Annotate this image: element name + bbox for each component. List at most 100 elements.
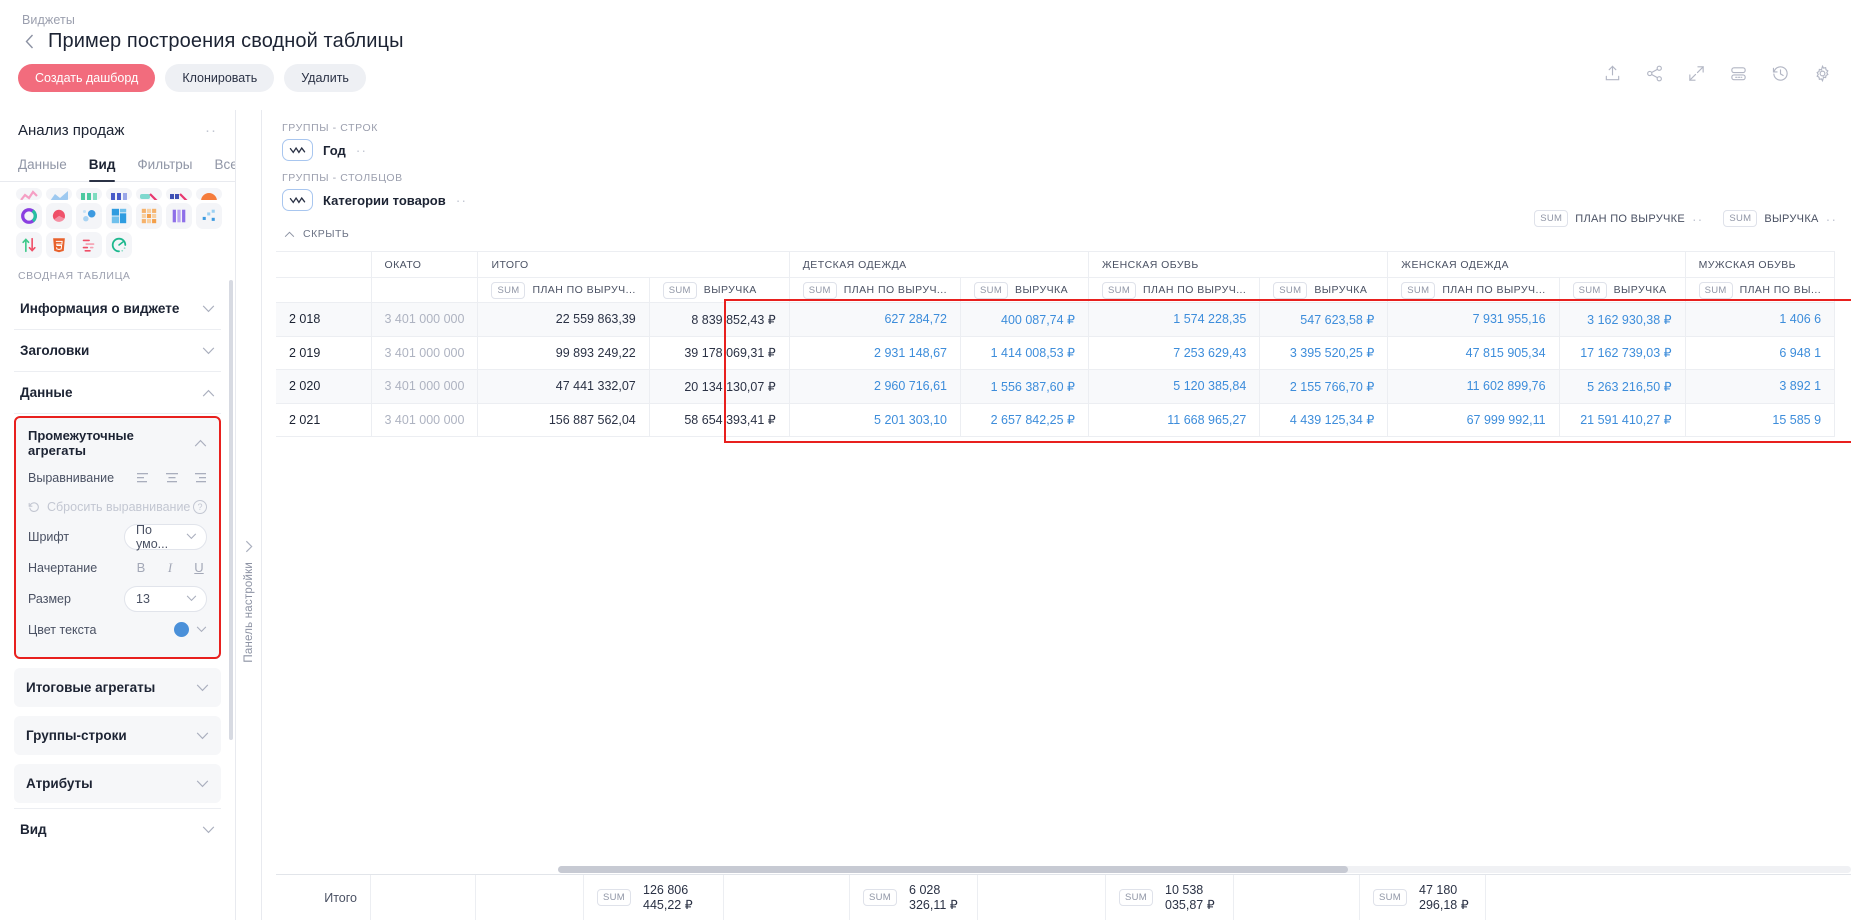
chart-icon-html[interactable] <box>46 232 72 258</box>
chart-icon-column-purple[interactable] <box>166 203 192 229</box>
chart-icon-scatter[interactable] <box>196 203 222 229</box>
cell-detskaya-plan: 627 284,72 <box>789 302 962 337</box>
panel-scrollbar[interactable] <box>229 280 233 740</box>
subheader-zhodezhda-plan[interactable]: SUM ПЛАН ПО ВЫРУЧ... <box>1387 277 1560 303</box>
col-group-zhenskaya-obuv: ЖЕНСКАЯ ОБУВЬ <box>1088 251 1389 278</box>
panel-collapse-strip[interactable]: Панель настройки <box>236 110 262 920</box>
chart-icon-donut[interactable] <box>16 203 42 229</box>
table-row[interactable]: 2 021 3 401 000 000 156 887 562,04 58 65… <box>276 403 1836 437</box>
measure-menu-icon[interactable]: ·· <box>1692 212 1703 226</box>
chevron-down-icon <box>196 731 209 740</box>
chart-icon-bubble[interactable] <box>76 203 102 229</box>
totals-detskaya-revenue: SUM 6 028 326,11 ₽ <box>850 875 978 920</box>
accordion-attributes-label: Атрибуты <box>26 776 93 791</box>
chart-icon-gantt[interactable] <box>76 232 102 258</box>
col-group-chip-menu-icon[interactable]: ·· <box>456 193 467 207</box>
chevron-right-icon[interactable] <box>245 540 253 558</box>
accordion-attributes[interactable]: Атрибуты <box>14 764 221 803</box>
chart-icon-speedometer[interactable] <box>106 232 132 258</box>
chart-icon-combo-teal[interactable] <box>136 188 162 200</box>
delete-button[interactable]: Удалить <box>284 64 366 92</box>
share-icon[interactable] <box>1645 64 1665 84</box>
back-icon[interactable] <box>22 32 36 52</box>
chart-icon-area-blue[interactable] <box>46 188 72 200</box>
subheader-label: ВЫРУЧКА <box>703 284 757 296</box>
col-group-chip-categories[interactable]: Категории товаров <box>323 193 446 208</box>
color-swatch[interactable] <box>174 622 189 637</box>
accordion-total-aggregates[interactable]: Итоговые агрегаты <box>14 668 221 707</box>
accordion-row-groups[interactable]: Группы-строки <box>14 716 221 755</box>
subheader-detskaya-revenue[interactable]: SUM ВЫРУЧКА <box>960 277 1090 303</box>
sum-badge: SUM <box>1119 889 1154 906</box>
panel-menu-icon[interactable]: ·· <box>205 123 217 138</box>
cell-detskaya-revenue: 400 087,74 ₽ <box>960 302 1090 337</box>
row-group-chip-year[interactable]: Год <box>323 143 346 158</box>
fullscreen-icon[interactable] <box>1687 64 1707 84</box>
table-row[interactable]: 2 019 3 401 000 000 99 893 249,22 39 178… <box>276 336 1836 370</box>
chart-icon-updown-arrows[interactable] <box>16 232 42 258</box>
align-left-icon[interactable] <box>137 472 151 484</box>
bold-button[interactable]: B <box>135 560 147 575</box>
text-color-row: Цвет текста <box>28 614 207 645</box>
cell-okato: 3 401 000 000 <box>371 336 479 370</box>
row-groups-chips: Год ·· <box>282 139 1851 161</box>
chart-icon-gauge-orange[interactable] <box>196 188 222 200</box>
tab-dannye[interactable]: Данные <box>18 157 67 181</box>
accordion-view[interactable]: Вид <box>14 808 221 850</box>
help-icon[interactable]: ? <box>193 500 207 514</box>
row-group-chip-menu-icon[interactable]: ·· <box>356 143 367 157</box>
chart-icon-bars-green[interactable] <box>76 188 102 200</box>
italic-button[interactable]: I <box>164 560 176 576</box>
subheader-zhobuv-revenue[interactable]: SUM ВЫРУЧКА <box>1259 277 1389 303</box>
breadcrumb[interactable]: Виджеты <box>22 13 75 27</box>
font-select[interactable]: По умо... <box>124 522 207 551</box>
alignment-buttons <box>137 472 207 484</box>
clone-button[interactable]: Клонировать <box>165 64 275 92</box>
text-color-picker[interactable] <box>174 622 207 637</box>
chart-icon-area-pink[interactable] <box>16 188 42 200</box>
measure-chip-plan[interactable]: SUM ПЛАН ПО ВЫРУЧКЕ ·· <box>1534 210 1703 227</box>
subheader-itogo-revenue[interactable]: SUM ВЫРУЧКА <box>649 277 790 303</box>
horizontal-scroll-thumb[interactable] <box>558 866 1348 873</box>
subheader-zhodezhda-revenue[interactable]: SUM ВЫРУЧКА <box>1559 277 1686 303</box>
accordion-data[interactable]: Данные <box>14 372 221 414</box>
subheader-itogo-plan[interactable]: SUM ПЛАН ПО ВЫРУЧ... <box>477 277 650 303</box>
underline-button[interactable]: U <box>193 560 205 575</box>
dimension-icon[interactable] <box>282 189 313 211</box>
subpanel-header[interactable]: Промежуточные агрегаты <box>28 428 207 458</box>
reset-alignment-button[interactable]: Сбросить выравнивание <box>28 500 190 514</box>
tab-vid[interactable]: Вид <box>88 157 115 182</box>
gear-icon[interactable] <box>1813 64 1833 84</box>
chart-type-icons-row2 <box>0 200 235 232</box>
sum-badge: SUM <box>1698 281 1733 299</box>
totals-itogo-revenue: SUM 126 806 445,22 ₽ <box>584 875 724 920</box>
subheader-detskaya-plan[interactable]: SUM ПЛАН ПО ВЫРУЧ... <box>789 277 962 303</box>
measure-chip-revenue[interactable]: SUM ВЫРУЧКА ·· <box>1723 210 1837 227</box>
align-right-icon[interactable] <box>193 472 207 484</box>
chart-icon-treemap[interactable] <box>106 203 132 229</box>
size-select[interactable]: 13 <box>124 585 207 612</box>
upload-icon[interactable] <box>1603 64 1623 84</box>
accordion-headers[interactable]: Заголовки <box>14 330 221 372</box>
chart-icon-pie[interactable] <box>46 203 72 229</box>
measure-menu-icon[interactable]: ·· <box>1826 212 1837 226</box>
subheader-muzhobuv-plan[interactable]: SUM ПЛАН ПО ВЫ... <box>1685 277 1836 303</box>
history-icon[interactable] <box>1771 64 1791 84</box>
chart-type-icons-row-clipped <box>0 182 235 200</box>
layout-icon[interactable] <box>1729 64 1749 84</box>
accordion-widget-info[interactable]: Информация о виджете <box>14 288 221 330</box>
chart-icon-combo-blue[interactable] <box>166 188 192 200</box>
tab-vse[interactable]: Все <box>214 157 235 181</box>
table-row[interactable]: 2 020 3 401 000 000 47 441 332,07 20 134… <box>276 369 1836 404</box>
font-select-value: По умо... <box>136 522 169 551</box>
totals-zhobuv-revenue: SUM 10 538 035,87 ₽ <box>1106 875 1234 920</box>
create-dashboard-button[interactable]: Создать дашборд <box>18 64 156 92</box>
dimension-icon[interactable] <box>282 139 313 161</box>
tab-filtry[interactable]: Фильтры <box>137 157 192 181</box>
pivot-table-wrap: ОКАТО ИТОГО ДЕТСКАЯ ОДЕЖДА ЖЕНСКАЯ ОБУВЬ… <box>276 251 1851 920</box>
chart-icon-heatmap[interactable] <box>136 203 162 229</box>
chart-icon-bars-indigo[interactable] <box>106 188 132 200</box>
subheader-zhobuv-plan[interactable]: SUM ПЛАН ПО ВЫРУЧ... <box>1088 277 1261 303</box>
table-row[interactable]: 2 018 3 401 000 000 22 559 863,39 8 839 … <box>276 302 1836 337</box>
align-center-icon[interactable] <box>165 472 179 484</box>
